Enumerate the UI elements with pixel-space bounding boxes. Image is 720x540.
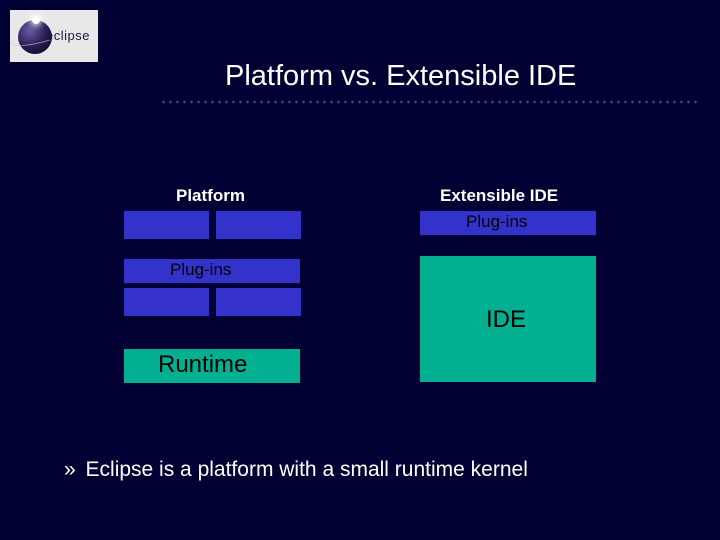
column-header-extensible-ide: Extensible IDE xyxy=(440,186,558,206)
title-underline xyxy=(160,100,700,104)
column-header-platform: Platform xyxy=(176,186,245,206)
logo-text: eclipse xyxy=(46,28,90,43)
footer-line: » Eclipse is a platform with a small run… xyxy=(64,458,528,482)
ide-label: IDE xyxy=(486,306,526,334)
ide-plugins-label: Plug-ins xyxy=(466,212,527,232)
slide-title: Platform vs. Extensible IDE xyxy=(225,60,576,93)
bullet-icon: » xyxy=(64,458,76,481)
eclipse-logo: eclipse xyxy=(10,10,98,62)
runtime-label: Runtime xyxy=(158,351,247,379)
platform-box-top-left xyxy=(124,211,209,239)
footer-text: Eclipse is a platform with a small runti… xyxy=(86,458,528,481)
platform-plugins-label: Plug-ins xyxy=(170,260,231,280)
platform-box-bottom-right xyxy=(216,288,301,316)
platform-box-bottom-left xyxy=(124,288,209,316)
platform-box-top-right xyxy=(216,211,301,239)
